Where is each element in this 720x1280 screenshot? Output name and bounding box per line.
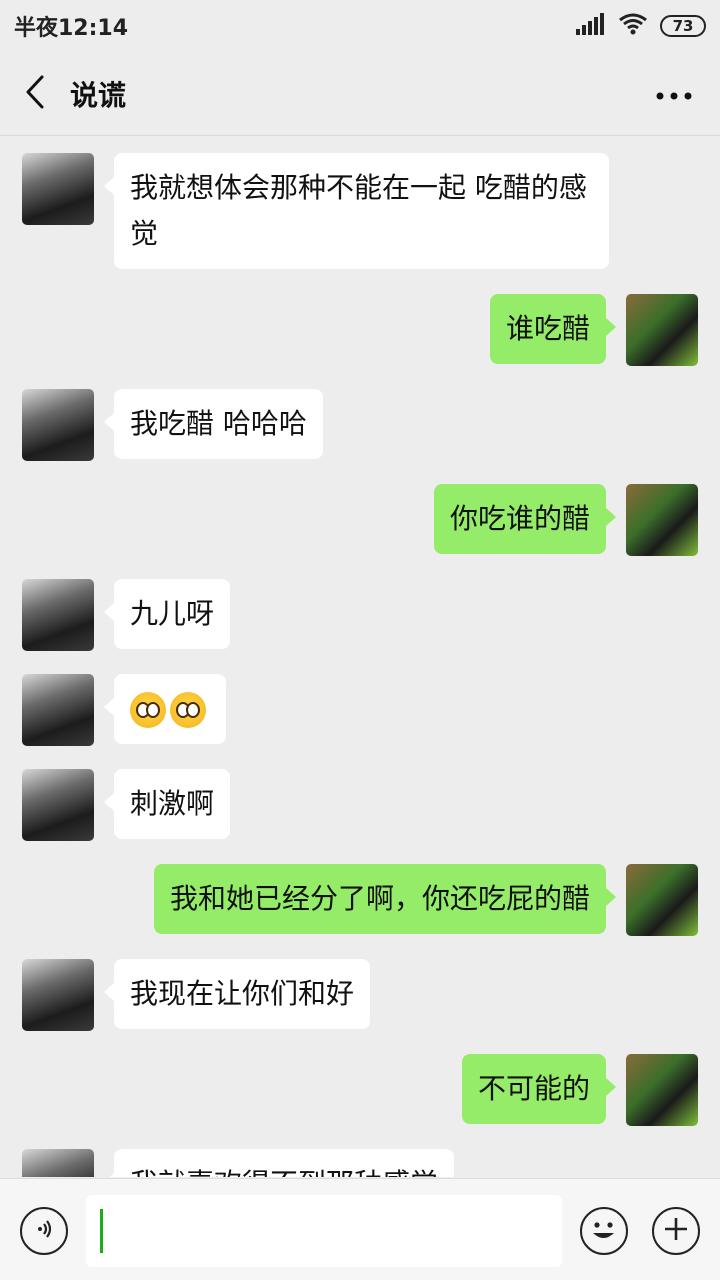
message-row: 你吃谁的醋 [0,484,720,558]
text-cursor [100,1209,103,1253]
chat-messages[interactable]: 我就想体会那种不能在一起 吃醋的感觉 谁吃醋 我吃醋 哈哈哈 你吃谁的醋 九儿呀… [0,137,720,1177]
signal-icon [576,13,606,39]
voice-button[interactable] [20,1207,68,1255]
status-indicators: 73 [576,13,706,39]
message-row: 谁吃醋 [0,294,720,368]
chevron-left-icon [24,75,46,113]
message-row: 九儿呀 [0,579,720,653]
message-row: 不可能的 [0,1054,720,1128]
message-bubble[interactable]: 谁吃醋 [489,294,617,364]
more-horizontal-icon [656,85,692,104]
emoji-button[interactable] [580,1207,628,1255]
voice-icon [32,1217,56,1245]
back-button[interactable] [0,52,70,136]
message-bubble[interactable]: 九儿呀 [103,579,231,649]
contact-avatar[interactable] [22,959,94,1031]
plus-button[interactable] [652,1207,700,1255]
emoji-icon [582,1222,625,1256]
message-row: 我就喜欢得不到那种感觉 [0,1149,720,1177]
self-avatar[interactable] [626,864,698,936]
contact-avatar[interactable] [22,153,94,225]
contact-avatar[interactable] [22,579,94,651]
status-bar: 半夜12:14 73 [0,0,720,52]
contact-avatar[interactable] [22,769,94,841]
self-avatar[interactable] [626,1054,698,1126]
message-bubble[interactable]: 我现在让你们和好 [103,959,371,1029]
wifi-icon [618,13,648,39]
message-bubble[interactable]: 我就喜欢得不到那种感觉 [103,1149,455,1177]
input-bar [0,1178,720,1280]
self-avatar[interactable] [626,484,698,556]
message-row [0,674,720,748]
flushed-face-emoji [130,692,166,728]
message-row: 我就想体会那种不能在一起 吃醋的感觉 [0,153,720,273]
more-button[interactable] [650,78,698,110]
contact-avatar[interactable] [22,674,94,746]
message-input[interactable] [86,1195,562,1267]
status-time: 半夜12:14 [14,16,129,41]
message-bubble[interactable]: 刺激啊 [103,769,231,839]
emoji-message-bubble[interactable] [104,674,226,744]
message-row: 我和她已经分了啊，你还吃屁的醋 [0,864,720,938]
message-row: 我吃醋 哈哈哈 [0,389,720,463]
chat-header: 说谎 [0,52,720,136]
battery-indicator: 73 [660,15,706,37]
message-bubble[interactable]: 我就想体会那种不能在一起 吃醋的感觉 [104,153,609,269]
message-bubble[interactable]: 你吃谁的醋 [433,484,617,554]
chat-title: 说谎 [70,78,127,112]
message-row: 我现在让你们和好 [0,959,720,1033]
message-bubble[interactable]: 我吃醋 哈哈哈 [104,389,323,459]
message-bubble[interactable]: 不可能的 [461,1054,617,1124]
plus-icon [663,1216,689,1246]
self-avatar[interactable] [626,294,698,366]
contact-avatar[interactable] [22,389,94,461]
message-bubble[interactable]: 我和她已经分了啊，你还吃屁的醋 [153,864,617,934]
message-row: 刺激啊 [0,769,720,843]
contact-avatar[interactable] [22,1149,94,1177]
flushed-face-emoji [170,692,206,728]
